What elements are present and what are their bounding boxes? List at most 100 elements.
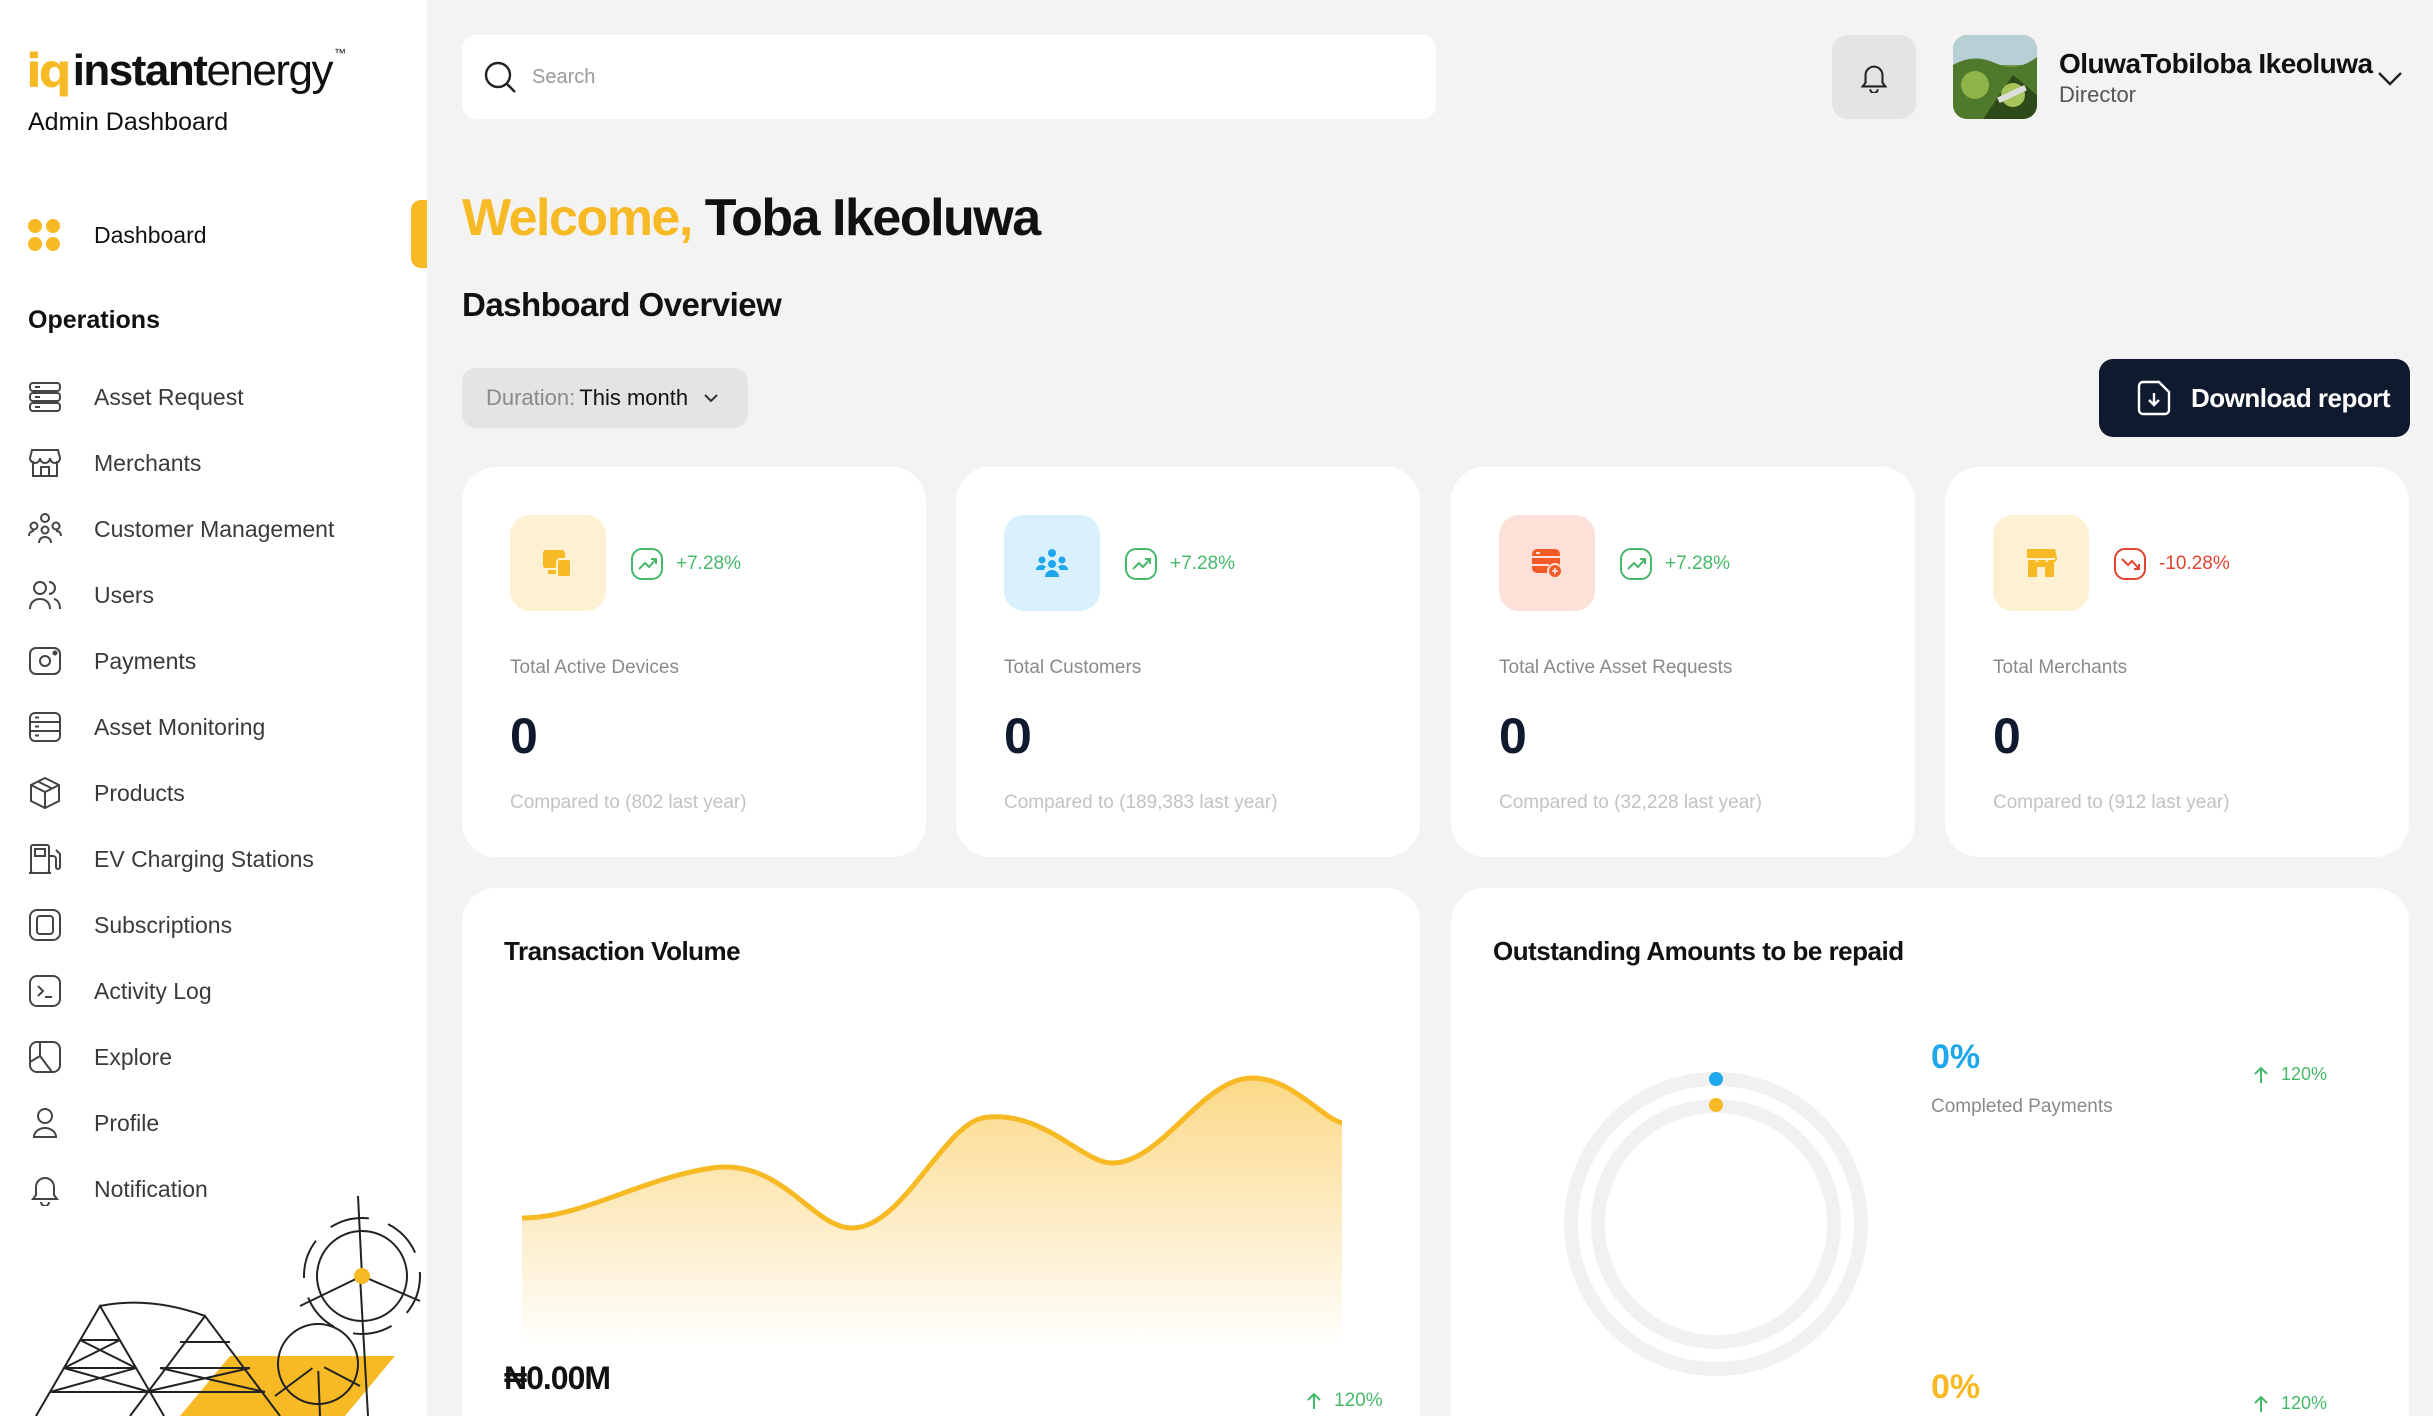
asset-requests-icon-tile: [1499, 515, 1595, 611]
customers-icon: [1036, 549, 1068, 577]
duration-value: This month: [579, 385, 689, 410]
sidebar-nav: Asset Request Merchants Customer Managem…: [28, 364, 408, 1222]
avatar[interactable]: [1953, 35, 2037, 119]
section-title-operations: Operations: [28, 306, 160, 334]
sidebar-item-dashboard[interactable]: Dashboard: [28, 214, 207, 256]
sidebar-item-label: Customer Management: [94, 515, 335, 542]
stat-trend: +7.28%: [1619, 547, 1730, 581]
sidebar-item-label: Dashboard: [94, 221, 207, 248]
brand-logo[interactable]: iq instantenergy ™: [26, 44, 346, 98]
change-value: 120%: [2281, 1064, 2328, 1084]
stat-trend-value: -10.28%: [2159, 553, 2230, 574]
stat-compare: Compared to (32,228 last year): [1499, 792, 1762, 813]
merchant-store-icon: [2027, 549, 2057, 577]
area-fill: [522, 1078, 1342, 1348]
stat-compare: Compared to (802 last year): [510, 792, 747, 813]
stat-card-customers[interactable]: +7.28% Total Customers 0 Compared to (18…: [956, 467, 1420, 857]
arrow-up-icon: [2254, 1066, 2268, 1083]
change-value: 120%: [2281, 1393, 2328, 1413]
duration-dropdown[interactable]: Duration: This month: [462, 368, 748, 428]
profile-icon: [32, 1108, 58, 1138]
search-input[interactable]: [532, 65, 1332, 89]
stat-label: Total Customers: [1004, 657, 1142, 678]
logo-light: energy: [206, 46, 333, 95]
dashboard-grid-icon: [28, 219, 60, 251]
sidebar-item-label: Subscriptions: [94, 911, 233, 938]
monitor-icon: [29, 712, 61, 742]
sidebar-item-asset-monitoring[interactable]: Asset Monitoring: [28, 694, 408, 760]
transaction-volume-panel: Transaction Volume ₦0.00M 120%: [462, 888, 1420, 1416]
outstanding-percent: 0%: [1931, 1368, 1981, 1406]
box-icon: [30, 776, 60, 810]
sidebar-item-products[interactable]: Products: [28, 760, 408, 826]
logo-mark: iq: [26, 44, 72, 98]
sidebar-item-payments[interactable]: Payments: [28, 628, 408, 694]
arrow-up-icon: [2254, 1395, 2268, 1412]
donut-ring-outer: [1564, 1072, 1868, 1376]
completed-payments-percent: 0%: [1931, 1038, 1981, 1076]
admin-dashboard-label: Admin Dashboard: [28, 108, 229, 136]
sidebar-item-activity-log[interactable]: Activity Log: [28, 958, 408, 1024]
transaction-amount: ₦0.00M: [504, 1360, 611, 1396]
completed-payments-change: 120%: [2251, 1064, 2327, 1085]
sidebar-item-label: Asset Monitoring: [94, 713, 266, 740]
user-name[interactable]: OluwaTobiloba Ikeoluwa: [2059, 48, 2373, 80]
trend-down-icon: [2114, 548, 2146, 580]
sidebar-item-label: Products: [94, 779, 185, 806]
download-report-label: Download report: [2191, 382, 2391, 413]
chevron-down-icon[interactable]: [2374, 62, 2406, 94]
stat-trend-value: +7.28%: [676, 553, 741, 574]
energy-illustration: [35, 1196, 421, 1416]
stat-card-active-devices[interactable]: +7.28% Total Active Devices 0 Compared t…: [462, 467, 926, 857]
transaction-area-chart: [522, 1075, 1342, 1348]
trend-up-icon: [631, 548, 663, 580]
welcome-heading: Welcome, Toba Ikeoluwa: [462, 188, 1041, 248]
active-indicator: [411, 200, 427, 268]
search-bar[interactable]: [462, 35, 1436, 119]
sidebar-item-ev-charging-stations[interactable]: EV Charging Stations: [28, 826, 408, 892]
sidebar-item-label: Explore: [94, 1043, 172, 1070]
download-report-button[interactable]: Download report: [2099, 359, 2410, 437]
sidebar-item-subscriptions[interactable]: Subscriptions: [28, 892, 408, 958]
sidebar-item-label: Profile: [94, 1109, 160, 1136]
page-title: Dashboard Overview: [462, 286, 782, 323]
stat-card-merchants[interactable]: -10.28% Total Merchants 0 Compared to (9…: [1945, 467, 2409, 857]
sidebar-item-asset-request[interactable]: Asset Request: [28, 364, 408, 430]
donut-ring-inner: [1591, 1099, 1841, 1349]
ev-station-icon: [29, 844, 61, 874]
user-role: Director: [2059, 82, 2137, 107]
sidebar-item-explore[interactable]: Explore: [28, 1024, 408, 1090]
panel-title: Transaction Volume: [504, 936, 741, 966]
stat-compare: Compared to (912 last year): [1993, 792, 2230, 813]
map-icon: [29, 1041, 61, 1073]
stat-trend-value: +7.28%: [1665, 553, 1730, 574]
transaction-change-value: 120%: [1334, 1390, 1383, 1411]
terminal-icon: [29, 975, 61, 1007]
arrow-up-icon: [1307, 1392, 1321, 1409]
sidebar-item-label: EV Charging Stations: [94, 845, 314, 872]
notification-button[interactable]: [1832, 35, 1916, 119]
duration-label: Duration:: [486, 385, 576, 410]
trend-up-icon: [1620, 548, 1652, 580]
stat-card-asset-requests[interactable]: +7.28% Total Active Asset Requests 0 Com…: [1451, 467, 1915, 857]
transaction-change: 120%: [1304, 1390, 1383, 1412]
sidebar-item-label: Payments: [94, 647, 197, 674]
stat-trend: +7.28%: [630, 547, 741, 581]
sidebar-item-label: Users: [94, 581, 155, 608]
sidebar: iq instantenergy ™ Admin Dashboard Dashbo…: [0, 0, 427, 1416]
outstanding-amounts-panel: Outstanding Amounts to be repaid 0% Comp…: [1451, 888, 2409, 1416]
completed-payments-label: Completed Payments: [1931, 1096, 2113, 1117]
sidebar-item-merchants[interactable]: Merchants: [28, 430, 408, 496]
users-icon: [29, 581, 61, 610]
sidebar-item-profile[interactable]: Profile: [28, 1090, 408, 1156]
avatar-photo: [1953, 35, 2037, 119]
sidebar-item-label: Activity Log: [94, 977, 212, 1004]
sidebar-item-customer-management[interactable]: Customer Management: [28, 496, 408, 562]
payment-icon: [29, 647, 61, 675]
sidebar-item-label: Asset Request: [94, 383, 244, 410]
stat-value: 0: [1499, 708, 1527, 764]
merchants-icon-tile: [1993, 515, 2089, 611]
logo-bold: instant: [72, 46, 208, 95]
sidebar-item-users[interactable]: Users: [28, 562, 408, 628]
donut-marker-pending: [1709, 1098, 1723, 1112]
